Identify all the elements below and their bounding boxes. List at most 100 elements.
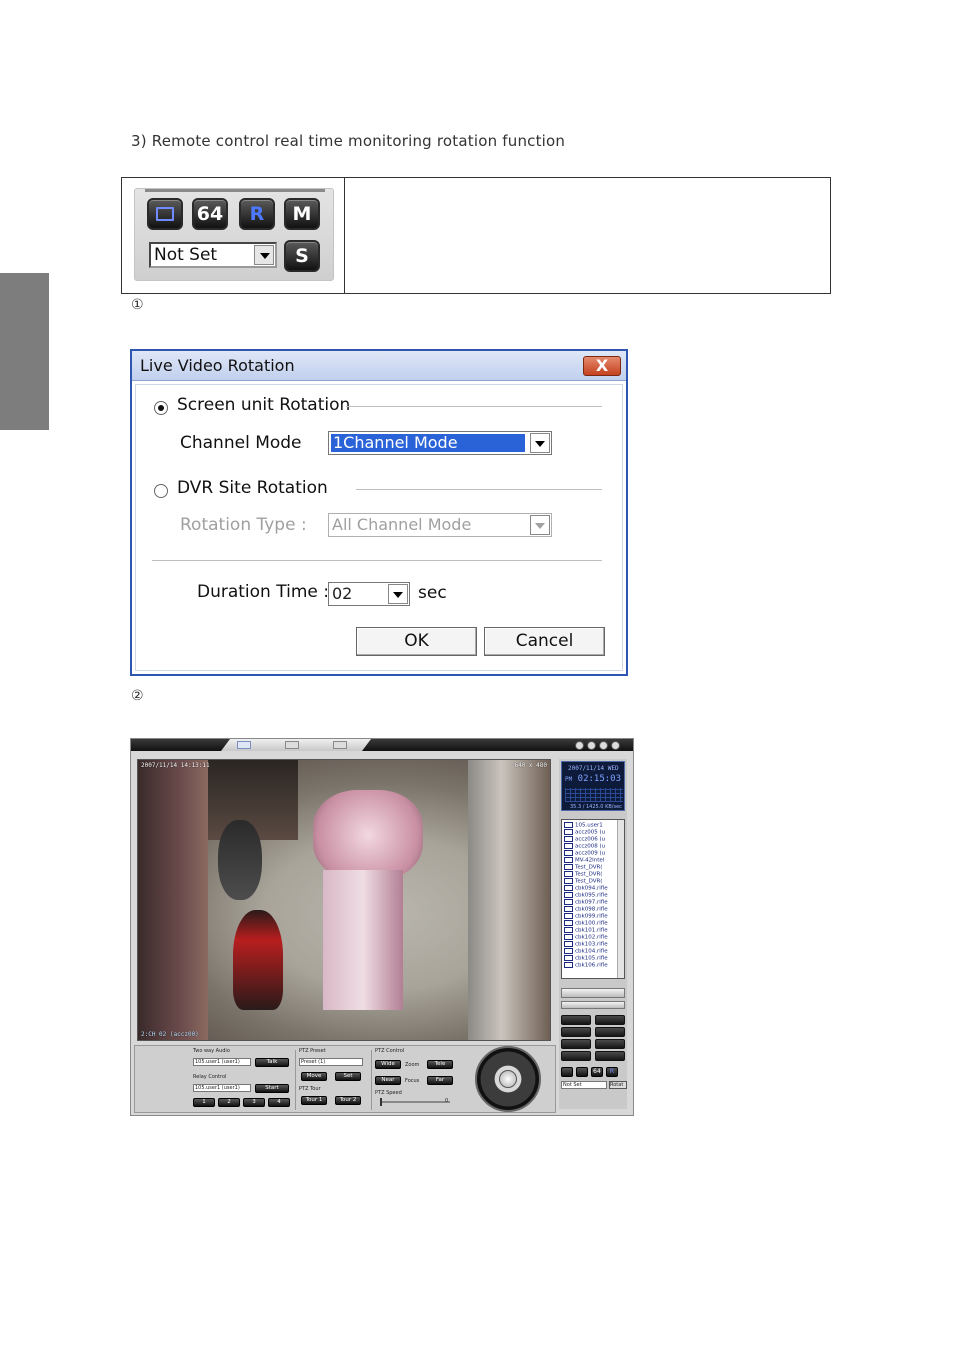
preset-set-button[interactable]: Set xyxy=(335,1072,361,1081)
close-button[interactable]: X xyxy=(583,356,621,376)
snapshot-button[interactable] xyxy=(595,1027,625,1037)
preset-move-button[interactable]: Move xyxy=(301,1072,327,1081)
single-screen-button[interactable] xyxy=(561,1067,573,1077)
info-button[interactable] xyxy=(595,1051,625,1061)
volume-slider[interactable] xyxy=(561,988,625,998)
playback-button[interactable] xyxy=(595,1015,625,1025)
site-list-scrollbar[interactable] xyxy=(617,820,624,978)
relay-start-button[interactable]: Start xyxy=(255,1084,289,1093)
rotation-button[interactable]: R xyxy=(239,198,275,230)
relay-1-button[interactable]: 1 xyxy=(193,1098,215,1107)
search-tab-icon[interactable] xyxy=(285,741,299,749)
figure2-number: ② xyxy=(131,688,144,704)
site-list-item[interactable]: MV-42Intel xyxy=(564,857,604,864)
rotation-select[interactable]: Not Set xyxy=(561,1081,607,1089)
dvr-rotation-label: DVR Site Rotation xyxy=(177,478,328,498)
site-list-item[interactable]: cbk101.rifle xyxy=(564,927,608,934)
site-list-item[interactable]: accz005 (u xyxy=(564,829,605,836)
ptz-joystick[interactable] xyxy=(475,1046,541,1112)
relay-4-button[interactable]: 4 xyxy=(268,1098,290,1107)
rotation-select[interactable]: Not Set xyxy=(149,242,277,268)
quad-screen-button[interactable] xyxy=(576,1067,588,1077)
site-list-item[interactable]: 105.user1 xyxy=(564,822,603,829)
rotation-button[interactable]: R xyxy=(606,1067,618,1077)
site-list-item[interactable]: cbk095.rifle xyxy=(564,892,608,899)
joystick-center[interactable] xyxy=(499,1070,517,1088)
64-split-button[interactable]: 64 xyxy=(192,198,228,230)
chevron-down-icon[interactable] xyxy=(254,245,274,265)
screen-rotation-label: Screen unit Rotation xyxy=(177,395,351,415)
m-button[interactable]: M xyxy=(284,198,320,230)
site-list-item[interactable]: cbk104.rifle xyxy=(564,948,608,955)
site-list-item[interactable]: cbk098.rifle xyxy=(564,906,608,913)
ptz-speed-slider[interactable] xyxy=(380,1098,450,1106)
focus-near-button[interactable]: Near xyxy=(375,1076,401,1085)
video-channel-label: 2:CH 02 (accz00) xyxy=(141,1031,199,1038)
ptz-speed-label: PTZ Speed xyxy=(375,1090,402,1096)
channel-mode-select[interactable]: 1Channel Mode xyxy=(328,431,552,455)
zoom-wide-button[interactable]: Wide xyxy=(375,1060,401,1069)
two-way-audio-label: Two way Audio xyxy=(193,1048,230,1054)
setup-tab-icon[interactable] xyxy=(333,741,347,749)
site-list-item[interactable]: Test_DVR( xyxy=(564,878,602,885)
site-list-item[interactable]: cbk099.rifle xyxy=(564,913,608,920)
rotation-type-select[interactable]: All Channel Mode xyxy=(328,513,552,537)
focus-label: Focus xyxy=(405,1078,420,1084)
site-list-item[interactable]: cbk103.rifle xyxy=(564,941,608,948)
talk-button[interactable]: Talk xyxy=(255,1058,289,1067)
record-button[interactable] xyxy=(561,1015,591,1025)
site-list-item[interactable]: cbk100.rifle xyxy=(564,920,608,927)
audio-site-select[interactable]: 105.user1 (user1) xyxy=(193,1058,251,1066)
save-button[interactable] xyxy=(595,1039,625,1049)
relay-3-button[interactable]: 3 xyxy=(243,1098,265,1107)
site-list-item[interactable]: cbk106.rifle xyxy=(564,962,608,969)
monitor-button[interactable] xyxy=(561,1051,591,1061)
chapter-side-tab xyxy=(0,273,49,430)
ok-button[interactable]: OK xyxy=(356,627,477,656)
s-button[interactable]: S xyxy=(284,240,320,272)
chevron-down-icon[interactable] xyxy=(530,515,550,535)
rotation-type-value: All Channel Mode xyxy=(332,515,472,534)
ptz-speed-value: 0 xyxy=(445,1098,449,1104)
section-heading: 3) Remote control real time monitoring r… xyxy=(131,132,566,150)
focus-far-button[interactable]: Far xyxy=(427,1076,453,1085)
site-list-item[interactable]: accz009 (u xyxy=(564,850,605,857)
close-icon[interactable] xyxy=(611,741,620,750)
tour-2-button[interactable]: Tour 2 xyxy=(335,1096,361,1105)
print-button[interactable] xyxy=(561,1027,591,1037)
tools-button[interactable] xyxy=(561,1039,591,1049)
site-list-item[interactable]: cbk105.rifle xyxy=(564,955,608,962)
rotation-type-label: Rotation Type : xyxy=(180,515,307,535)
live-video-view[interactable]: 2007/11/14 14:13:11 640 x 480 2:CH 02 (a… xyxy=(137,759,551,1041)
relay-site-select[interactable]: 105.user1 (user1) xyxy=(193,1084,251,1092)
relay-2-button[interactable]: 2 xyxy=(218,1098,240,1107)
minimize-icon[interactable] xyxy=(599,741,608,750)
site-list-item[interactable]: accz006 (u xyxy=(564,836,605,843)
site-list-item[interactable]: cbk102.rifle xyxy=(564,934,608,941)
preset-select[interactable]: Preset (1) xyxy=(299,1058,363,1066)
zoom-tele-button[interactable]: Tele xyxy=(427,1060,453,1069)
site-list-item[interactable]: Test_DVR( xyxy=(564,864,602,871)
live-tab-icon[interactable] xyxy=(237,741,251,749)
site-list[interactable]: 105.user1 accz005 (u accz006 (u accz008 (u a… xyxy=(561,819,625,979)
settings-icon[interactable] xyxy=(587,741,596,750)
screen-rotation-radio[interactable] xyxy=(154,401,168,415)
cancel-button[interactable]: Cancel xyxy=(484,627,605,656)
duration-select[interactable]: 02 xyxy=(328,582,410,606)
64-split-button[interactable]: 64 xyxy=(591,1067,603,1077)
help-icon[interactable] xyxy=(575,741,584,750)
duration-value: 02 xyxy=(332,584,353,603)
dvr-rotation-radio[interactable] xyxy=(154,484,168,498)
single-screen-button[interactable] xyxy=(147,198,183,230)
site-list-item[interactable]: cbk097.rifle xyxy=(564,899,608,906)
rotation-popup[interactable]: Rotat xyxy=(609,1081,627,1089)
tour-1-button[interactable]: Tour 1 xyxy=(301,1096,327,1105)
site-list-item[interactable]: accz008 (u xyxy=(564,843,605,850)
app-title-bar xyxy=(131,739,633,751)
site-list-item[interactable]: Test_DVR( xyxy=(564,871,602,878)
chevron-down-icon[interactable] xyxy=(530,433,550,453)
chevron-down-icon[interactable] xyxy=(388,584,408,604)
duration-label: Duration Time : xyxy=(197,582,329,602)
site-list-item[interactable]: cbk094.rifle xyxy=(564,885,608,892)
right-panel: 2007/11/14 WED PM 02:15:03 35.3 / 1425.0… xyxy=(559,759,627,1109)
